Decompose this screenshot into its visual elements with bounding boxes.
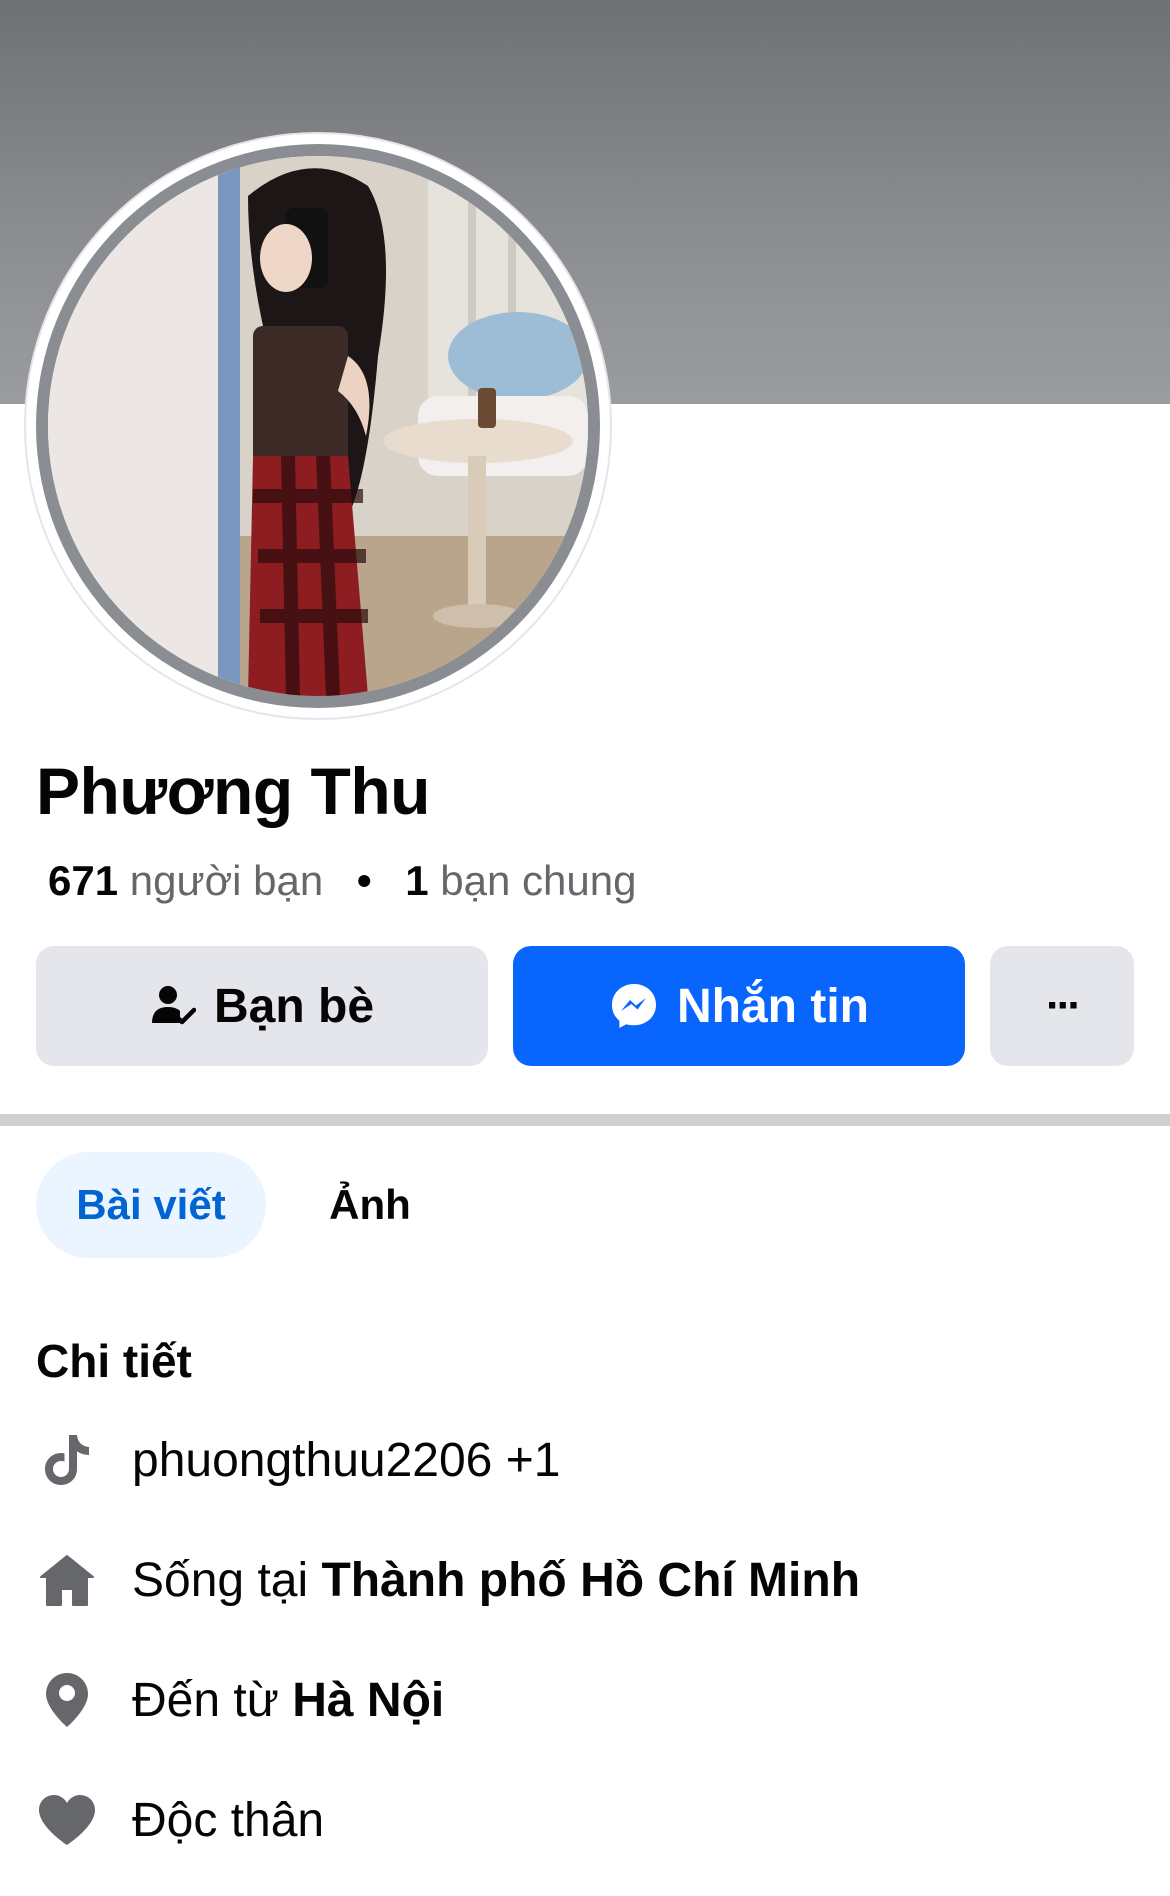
message-button[interactable]: Nhắn tin [513, 946, 965, 1066]
home-icon [36, 1549, 98, 1611]
friends-button-label: Bạn bè [213, 979, 375, 1033]
friends-count[interactable]: 671 [48, 857, 118, 904]
profile-name: Phương Thu [36, 754, 430, 828]
lives-in-prefix: Sống tại [132, 1553, 322, 1607]
message-button-label: Nhắn tin [677, 979, 869, 1033]
friend-counts: 671 người bạn • 1 bạn chung [48, 860, 636, 902]
lives-in-city[interactable]: Thành phố Hồ Chí Minh [321, 1553, 860, 1608]
tiktok-icon [36, 1429, 98, 1491]
details-title: Chi tiết [36, 1335, 192, 1387]
relationship-status: Độc thân [132, 1793, 325, 1847]
tab-posts[interactable]: Bài viết [36, 1152, 266, 1258]
messenger-icon [609, 981, 659, 1031]
from-prefix: Đến từ [132, 1673, 293, 1727]
detail-from[interactable]: Đến từ Hà Nội [36, 1660, 444, 1740]
hometown[interactable]: Hà Nội [292, 1673, 444, 1728]
separator-dot: • [356, 857, 372, 904]
more-icon: ··· [1046, 981, 1082, 1030]
location-pin-icon [36, 1669, 98, 1731]
detail-lives-in[interactable]: Sống tại Thành phố Hồ Chí Minh [36, 1540, 860, 1620]
more-options-button[interactable]: ··· [990, 946, 1134, 1066]
friends-label[interactable]: người bạn [130, 857, 323, 904]
section-divider [0, 1114, 1170, 1126]
mutual-friends-count[interactable]: 1 [405, 857, 428, 904]
heart-icon [36, 1789, 98, 1851]
story-ring [36, 144, 600, 708]
detail-relationship[interactable]: Độc thân [36, 1780, 324, 1860]
friends-button[interactable]: Bạn bè [36, 946, 488, 1066]
tiktok-handle: phuongthuu2206 +1 [132, 1433, 561, 1487]
avatar [48, 156, 588, 696]
mutual-friends-label[interactable]: bạn chung [440, 857, 636, 904]
profile-picture[interactable] [26, 134, 610, 718]
detail-tiktok[interactable]: phuongthuu2206 +1 [36, 1420, 560, 1500]
tab-photos[interactable]: Ảnh [300, 1152, 440, 1258]
friend-check-icon [150, 983, 196, 1029]
avatar-image [48, 156, 588, 696]
